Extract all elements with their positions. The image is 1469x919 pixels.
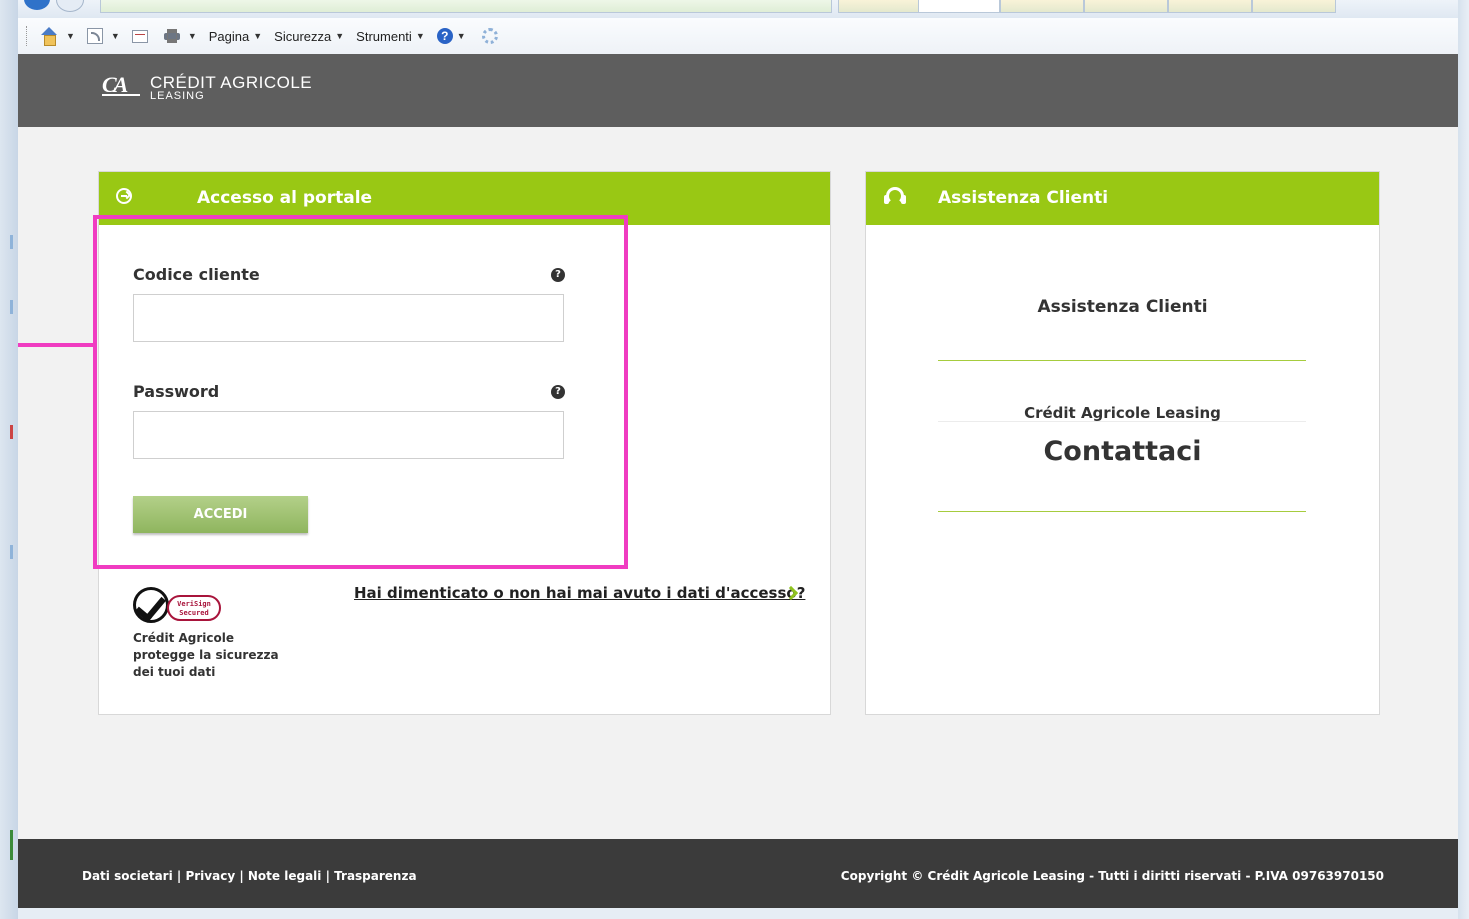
- divider: [938, 421, 1306, 422]
- chevron-down-icon: ▼: [187, 31, 197, 41]
- footer-separator: |: [235, 869, 248, 883]
- support-company-name: Crédit Agricole Leasing: [1024, 404, 1221, 422]
- site-header: CRÉDIT AGRICOLE LEASING: [18, 54, 1458, 127]
- brand-wordmark: CRÉDIT AGRICOLE LEASING: [150, 74, 312, 102]
- brand-subname: LEASING: [150, 90, 205, 102]
- gear-icon: [481, 28, 498, 44]
- mail-icon: [131, 29, 148, 43]
- browser-tab[interactable]: [1000, 0, 1084, 13]
- security-menu-label: Sicurezza: [274, 28, 332, 44]
- feeds-button[interactable]: ▼: [86, 28, 120, 44]
- verisign-badge: VeriSign Secured: [167, 595, 221, 621]
- footer-copyright: Copyright © Crédit Agricole Leasing - Tu…: [840, 869, 1384, 883]
- chevron-down-icon: ▼: [110, 31, 120, 41]
- support-panel-header: Assistenza Clienti: [866, 172, 1379, 225]
- forgot-credentials-link[interactable]: Hai dimenticato o non hai mai avuto i da…: [354, 584, 805, 602]
- security-note-line: protegge la sicurezza: [133, 648, 279, 662]
- footer-separator: |: [172, 869, 186, 883]
- checkmark-icon: [133, 587, 169, 623]
- print-button[interactable]: ▼: [163, 29, 197, 43]
- highlight-box: [93, 215, 628, 569]
- window-frame-left: [0, 0, 18, 919]
- frame-marker: [10, 545, 13, 559]
- browser-tab[interactable]: [1084, 0, 1168, 13]
- printer-icon: [163, 29, 180, 43]
- browser-tab[interactable]: [1168, 0, 1252, 13]
- chevron-down-icon: ▼: [415, 31, 425, 41]
- frame-marker: [10, 300, 13, 314]
- brand-logo[interactable]: CRÉDIT AGRICOLE LEASING: [102, 72, 312, 102]
- browser-tab[interactable]: [838, 0, 920, 13]
- help-icon: ?: [436, 28, 453, 44]
- security-note-line: Crédit Agricole: [133, 631, 234, 645]
- divider: [938, 360, 1306, 361]
- brand-name: CRÉDIT AGRICOLE: [150, 73, 313, 92]
- browser-tab[interactable]: [1252, 0, 1336, 13]
- verisign-badge-line2: Secured: [179, 609, 209, 617]
- forward-button[interactable]: [56, 0, 84, 12]
- arrow-right-circle-icon: [116, 188, 132, 204]
- frame-marker: [10, 235, 13, 249]
- highlight-callout-line: [18, 343, 94, 347]
- footer-separator: |: [321, 869, 335, 883]
- frame-marker: [10, 425, 13, 439]
- footer-link-legal-notes[interactable]: Note legali: [248, 869, 322, 883]
- home-button[interactable]: ▼: [40, 27, 75, 46]
- browser-tab-strip: [0, 0, 1469, 18]
- page-menu-label: Pagina: [208, 28, 250, 44]
- support-panel-title: Assistenza Clienti: [938, 188, 1109, 208]
- address-bar[interactable]: [100, 0, 832, 13]
- tools-menu-label: Strumenti: [356, 28, 412, 44]
- support-heading: Assistenza Clienti: [1037, 297, 1208, 317]
- page-menu[interactable]: Pagina ▼: [209, 29, 262, 44]
- chevron-down-icon: ▼: [253, 31, 263, 41]
- footer-links: Dati societari | Privacy | Note legali |…: [82, 869, 417, 883]
- divider: [938, 511, 1306, 512]
- security-note-line: dei tuoi dati: [133, 665, 216, 679]
- security-menu[interactable]: Sicurezza ▼: [274, 29, 344, 44]
- site-footer: Dati societari | Privacy | Note legali |…: [18, 839, 1458, 908]
- settings-button[interactable]: [478, 28, 498, 44]
- window-frame-bottom: [18, 908, 1458, 919]
- browser-tab-active[interactable]: [918, 0, 1000, 13]
- security-note: Crédit Agricole protegge la sicurezza de…: [133, 630, 283, 681]
- chevron-down-icon: ▼: [66, 31, 75, 41]
- frame-marker: [10, 830, 13, 860]
- toolbar-grip[interactable]: [26, 26, 30, 46]
- mail-button[interactable]: [131, 29, 152, 43]
- footer-link-company-data[interactable]: Dati societari: [82, 869, 173, 883]
- browser-command-bar: ▼ ▼ ▼ Pagina ▼ Sicurezza ▼ Strumenti ▼ ?…: [18, 18, 1458, 55]
- headset-icon: [882, 185, 908, 211]
- footer-link-privacy[interactable]: Privacy: [185, 869, 235, 883]
- help-menu[interactable]: ? ▼: [436, 28, 466, 44]
- home-icon: [40, 27, 58, 46]
- chevron-down-icon: ▼: [456, 31, 466, 41]
- verisign-badge-line1: VeriSign: [177, 600, 211, 608]
- footer-link-transparency[interactable]: Trasparenza: [334, 869, 416, 883]
- contact-us-link[interactable]: Contattaci: [865, 436, 1380, 467]
- back-button[interactable]: [24, 0, 50, 10]
- feed-icon: [86, 28, 103, 44]
- verisign-seal[interactable]: VeriSign Secured: [133, 583, 228, 629]
- window-frame-right: [1458, 0, 1469, 919]
- tools-menu[interactable]: Strumenti ▼: [356, 29, 425, 44]
- ca-logo-icon: [102, 72, 144, 98]
- chevron-down-icon: ▼: [335, 31, 345, 41]
